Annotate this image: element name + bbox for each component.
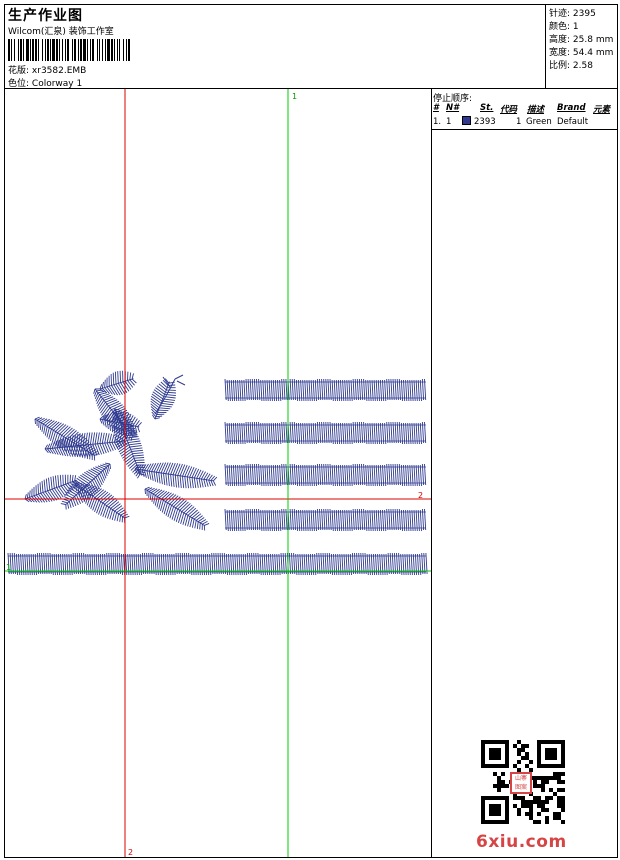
stitch-rows <box>7 378 428 576</box>
col-header-description: 描述 <box>527 105 545 115</box>
col-header-needle: N# <box>446 103 460 113</box>
row-index: 1. <box>433 117 442 127</box>
row-code: 1 <box>516 117 522 127</box>
design-canvas: 1 2 2 1 <box>5 89 432 857</box>
colorway-row: 色位: Colorway 1 <box>8 76 82 89</box>
design-file-name: xr3582.EMB <box>31 66 87 76</box>
leaf-motif <box>24 370 218 531</box>
guide-label-green-left: 1 <box>6 563 11 572</box>
row-needle: 1 <box>446 117 452 127</box>
guide-label-green-top: 1 <box>292 92 297 101</box>
design-file-row: 花版: xr3582.EMB <box>8 63 86 76</box>
row-brand: Default <box>557 117 589 127</box>
row-stitches: 2393 <box>474 117 496 127</box>
col-header-code: 代码 <box>500 105 518 115</box>
stop-sequence-panel: 停止顺序: # N# St. 代码 描述 Brand 元素 1. 1 2393 … <box>432 89 617 857</box>
header-info: 生产作业图 Wilcom(汇泉) 装饰工作室 花版: xr3582.EMB 色位… <box>5 5 546 89</box>
stat-width: 宽度: 54.4 mm <box>549 48 614 58</box>
stat-colors: 颜色: 1 <box>549 22 579 32</box>
guide-label-red-right: 2 <box>418 491 423 500</box>
watermark-text: 6xiu.com <box>476 832 567 852</box>
colorway-name: Colorway 1 <box>31 79 83 89</box>
col-header-element: 元素 <box>593 105 611 115</box>
thread-color-swatch <box>462 116 471 125</box>
colorway-label: 色位: <box>8 79 30 89</box>
stat-height: 高度: 25.8 mm <box>549 35 614 45</box>
stats-panel: 针迹: 2395 颜色: 1 高度: 25.8 mm 宽度: 54.4 mm 比… <box>546 5 617 89</box>
row-description: Green <box>526 117 552 127</box>
barcode <box>8 39 130 61</box>
col-header-brand: Brand <box>557 103 586 113</box>
design-label: 花版: <box>8 66 30 76</box>
stat-scale: 比例: 2.58 <box>549 61 593 71</box>
col-header-index: # <box>433 103 439 113</box>
production-sheet: 生产作业图 Wilcom(汇泉) 装饰工作室 花版: xr3582.EMB 色位… <box>4 4 618 858</box>
stop-sequence-table: # N# St. 代码 描述 Brand 元素 1. 1 2393 1 Gree… <box>432 102 617 130</box>
col-header-stitches: St. <box>480 103 494 113</box>
seal-stamp: 山寨 图案 <box>510 772 532 794</box>
embroidery-preview: 1 2 2 1 <box>5 89 431 857</box>
stat-stitches: 针迹: 2395 <box>549 9 596 19</box>
sheet-title: 生产作业图 <box>8 8 83 24</box>
studio-name: Wilcom(汇泉) 装饰工作室 <box>8 27 114 37</box>
guide-label-red-bottom: 2 <box>128 848 133 857</box>
